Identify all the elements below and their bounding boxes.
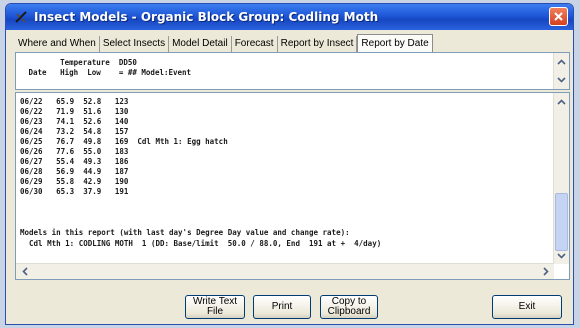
write-text-file-button[interactable]: Write Text File <box>185 295 245 319</box>
report-row: 06/23 74.1 52.6 140 <box>20 117 129 126</box>
header-line-2: Date High Low = ## Model:Event <box>24 68 192 77</box>
models-line-1: Models in this report (with last day's D… <box>20 228 350 237</box>
insect-models-window: Insect Models - Organic Block Group: Cod… <box>5 3 574 325</box>
close-button[interactable] <box>549 7 568 26</box>
copy-to-clipboard-button[interactable]: Copy to Clipboard <box>320 295 378 319</box>
tab-model-detail[interactable]: Model Detail <box>169 36 232 52</box>
button-label: Clipboard <box>327 306 371 317</box>
title-bar[interactable]: Insect Models - Organic Block Group: Cod… <box>6 4 573 30</box>
tab-report-by-insect[interactable]: Report by Insect <box>278 36 358 52</box>
report-row: 06/27 55.4 49.3 186 <box>20 157 129 166</box>
report-row: 06/28 56.9 44.9 187 <box>20 167 129 176</box>
report-row: 06/22 71.9 51.6 130 <box>20 107 129 116</box>
button-bar: Write Text File Print Copy to Clipboard … <box>6 295 573 321</box>
scroll-down-arrow-icon[interactable] <box>555 73 568 86</box>
scroll-down-arrow-icon[interactable] <box>555 249 568 262</box>
tab-label: Report by Date <box>361 38 429 49</box>
header-scrollbar[interactable] <box>553 53 569 89</box>
tab-label: Model Detail <box>172 38 228 49</box>
report-rows: 06/22 65.9 52.8 123 06/22 71.9 51.6 130 … <box>20 97 228 197</box>
body-vertical-scrollbar[interactable] <box>553 93 569 264</box>
report-row: 06/22 65.9 52.8 123 <box>20 97 129 106</box>
report-row: 06/30 65.3 37.9 191 <box>20 187 129 196</box>
header-line-1: Temperature DD50 <box>24 58 137 67</box>
window-title: Insect Models - Organic Block Group: Cod… <box>34 10 379 24</box>
button-label: Write Text File <box>192 296 238 317</box>
body-horizontal-scrollbar[interactable] <box>16 263 554 279</box>
close-icon <box>554 12 563 21</box>
tab-label: Where and When <box>18 38 96 49</box>
tab-forecast[interactable]: Forecast <box>232 36 278 52</box>
exit-button[interactable]: Exit <box>492 295 562 319</box>
models-line-2: Cdl Mth 1: CODLING MOTH 1 (DD: Base/limi… <box>20 239 382 248</box>
report-row: 06/24 73.2 54.8 157 <box>20 127 129 136</box>
insect-app-icon <box>14 10 28 24</box>
tab-bar: Where and When Select Insects Model Deta… <box>15 34 433 52</box>
report-header-panel: Temperature DD50 Date High Low = ## Mode… <box>15 52 570 90</box>
scroll-up-arrow-icon[interactable] <box>555 95 568 108</box>
tab-where-and-when[interactable]: Where and When <box>15 36 100 52</box>
scroll-up-arrow-icon[interactable] <box>555 55 568 68</box>
button-label: Exit <box>518 301 536 312</box>
tab-label: Report by Insect <box>280 38 354 49</box>
report-row: 06/25 76.7 49.8 169 Cdl Mth 1: Egg hatch <box>20 137 228 146</box>
tab-select-insects[interactable]: Select Insects <box>100 36 170 52</box>
report-row: 06/29 55.8 42.9 190 <box>20 177 129 186</box>
tab-label: Forecast <box>234 38 274 49</box>
scroll-right-arrow-icon[interactable] <box>539 265 552 278</box>
report-body-panel: 06/22 65.9 52.8 123 06/22 71.9 51.6 130 … <box>15 92 570 280</box>
scroll-left-arrow-icon[interactable] <box>18 265 31 278</box>
tab-label: Select Insects <box>102 38 166 49</box>
button-label: Print <box>271 301 293 312</box>
scroll-thumb[interactable] <box>555 193 568 251</box>
models-summary: Models in this report (with last day's D… <box>20 227 381 249</box>
tab-report-by-date[interactable]: Report by Date <box>357 34 433 52</box>
report-row: 06/26 77.6 55.0 183 <box>20 147 129 156</box>
print-button[interactable]: Print <box>253 295 311 319</box>
